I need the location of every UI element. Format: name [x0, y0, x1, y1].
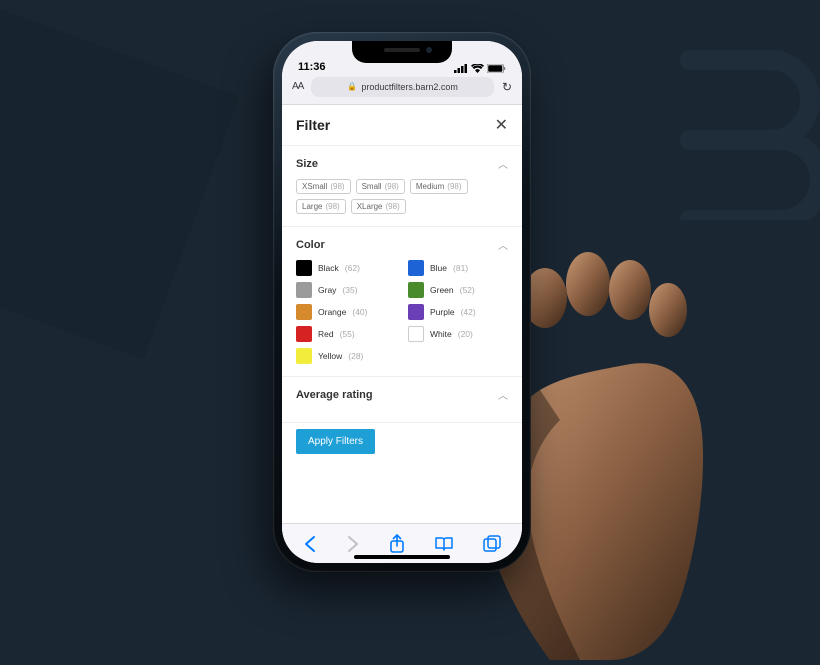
filter-header: Filter ✕ — [282, 105, 522, 146]
battery-icon — [487, 64, 506, 73]
section-color-title: Color — [296, 239, 325, 251]
section-rating-header[interactable]: Average rating ︿ — [296, 387, 508, 402]
color-option-black[interactable]: Black(62) — [296, 260, 396, 276]
color-option-blue[interactable]: Blue(81) — [408, 260, 508, 276]
url-field[interactable]: 🔒 productfilters.barn2.com — [311, 77, 494, 97]
watermark-logo — [650, 20, 820, 220]
status-time: 11:36 — [298, 61, 326, 73]
color-option-yellow[interactable]: Yellow(28) — [296, 348, 396, 364]
size-chip-medium[interactable]: Medium(98) — [410, 179, 468, 194]
bookmarks-button[interactable] — [434, 536, 454, 552]
section-size-header[interactable]: Size ︿ — [296, 156, 508, 171]
device-notch — [352, 41, 452, 63]
size-chip-small[interactable]: Small(98) — [356, 179, 405, 194]
color-option-white[interactable]: White(20) — [408, 326, 508, 342]
share-button[interactable] — [389, 534, 405, 554]
close-button[interactable]: ✕ — [495, 115, 508, 135]
color-option-green[interactable]: Green(52) — [408, 282, 508, 298]
tabs-button[interactable] — [483, 535, 501, 553]
chevron-up-icon: ︿ — [498, 156, 508, 171]
section-color-header[interactable]: Color ︿ — [296, 237, 508, 252]
lock-icon: 🔒 — [347, 82, 357, 91]
home-indicator[interactable] — [354, 555, 450, 559]
chevron-up-icon: ︿ — [498, 387, 508, 402]
section-rating-title: Average rating — [296, 389, 373, 401]
chevron-up-icon: ︿ — [498, 237, 508, 252]
size-chip-xsmall[interactable]: XSmall(98) — [296, 179, 351, 194]
text-size-button[interactable]: AA — [292, 81, 303, 92]
forward-button[interactable] — [346, 535, 360, 553]
safari-address-bar: AA 🔒 productfilters.barn2.com ↻ — [282, 75, 522, 105]
page-title: Filter — [296, 117, 330, 133]
apply-filters-button[interactable]: Apply Filters — [296, 429, 375, 454]
reload-button[interactable]: ↻ — [502, 80, 512, 94]
color-option-gray[interactable]: Gray(35) — [296, 282, 396, 298]
url-text: productfilters.barn2.com — [361, 82, 458, 92]
section-color: Color ︿ Black(62) Blue(81) Gray(35) Gree… — [282, 227, 522, 377]
section-size: Size ︿ XSmall(98) Small(98) Medium(98) L… — [282, 146, 522, 227]
page-content: Filter ✕ Size ︿ XSmall(98) Small(98) Med… — [282, 105, 522, 523]
size-chip-xlarge[interactable]: XLarge(98) — [351, 199, 406, 214]
size-chip-large[interactable]: Large(98) — [296, 199, 346, 214]
section-size-title: Size — [296, 158, 318, 170]
cellular-signal-icon — [454, 64, 468, 73]
color-option-orange[interactable]: Orange(40) — [296, 304, 396, 320]
color-option-red[interactable]: Red(55) — [296, 326, 396, 342]
color-option-purple[interactable]: Purple(42) — [408, 304, 508, 320]
background-accent — [0, 1, 239, 360]
back-button[interactable] — [303, 535, 317, 553]
wifi-icon — [471, 64, 484, 73]
section-rating: Average rating ︿ — [282, 377, 522, 423]
iphone-device-frame: 11:36 AA 🔒 productfilters.barn2.com ↻ Fi… — [273, 32, 531, 572]
